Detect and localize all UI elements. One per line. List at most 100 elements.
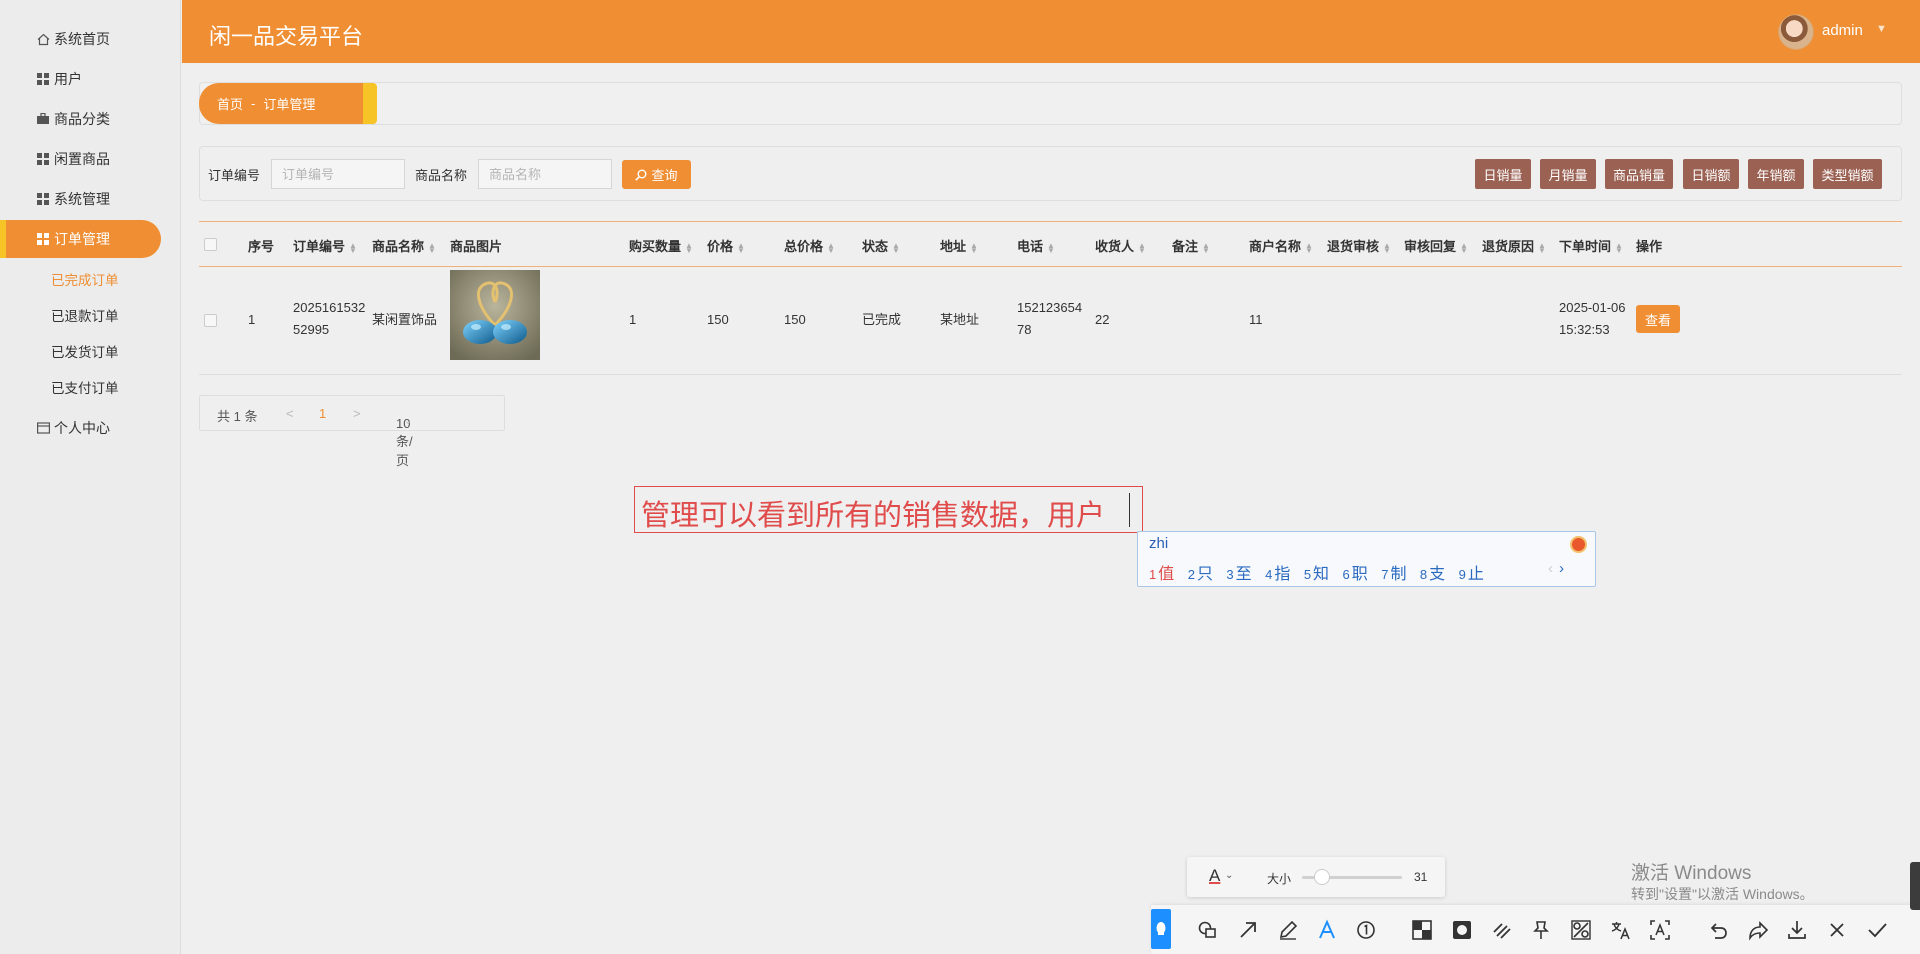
avatar[interactable] [1778,14,1814,50]
ime-candidate[interactable]: 4指 [1265,566,1290,583]
ime-logo-icon [1570,536,1587,553]
ime-candidates: 1值 2只 3至 4指 5知 6职 7制 8支 9止 [1149,560,1493,584]
breadcrumb-pill: 首页 - 订单管理 [199,83,377,124]
stripes-tool-icon[interactable] [1490,918,1514,942]
col-order-no[interactable]: 订单编号 ▲ ▼ [293,236,357,255]
text-color-picker[interactable]: A [1209,866,1220,886]
sidebar-item-profile[interactable]: 个人中心 [0,409,181,447]
view-button[interactable]: 查看 [1636,305,1680,333]
query-button[interactable]: 查询 [622,160,691,189]
col-order-time[interactable]: 下单时间 ▲ ▼ [1559,236,1623,255]
sidebar-item-label: 订单管理 [54,231,110,247]
row-checkbox[interactable] [204,314,217,327]
mosaic-tool-icon[interactable] [1410,918,1434,942]
sidebar-item-home[interactable]: 系统首页 [0,20,181,58]
cell-order-no: 2025161532 52995 [293,300,366,337]
sidebar-item-users[interactable]: 用户 [0,60,181,98]
col-return-reason[interactable]: 退货原因 ▲ ▼ [1482,236,1546,255]
number-tool-icon[interactable] [1354,918,1378,942]
ime-candidate[interactable]: 1值 [1149,566,1174,583]
breadcrumb-separator: - [251,96,256,111]
cell-status: 已完成 [862,312,902,327]
select-all-checkbox[interactable] [204,238,217,251]
pin-toolbar-button[interactable] [1151,909,1171,949]
daily-sales-button[interactable]: 日销量 [1475,159,1531,189]
pager-current-page[interactable]: 1 [319,406,326,421]
pager-next-button[interactable]: > [353,406,361,421]
font-size-slider-handle[interactable] [1314,869,1330,885]
share-icon[interactable] [1746,918,1770,942]
sidebar-item-orders[interactable]: 订单管理 [0,220,161,258]
close-icon[interactable] [1825,918,1849,942]
ime-candidate[interactable]: 9止 [1459,566,1484,583]
pager-prev-button[interactable]: < [286,406,294,421]
download-icon[interactable] [1785,918,1809,942]
col-remark[interactable]: 备注 ▲ ▼ [1172,236,1210,255]
ime-candidate[interactable]: 3至 [1226,566,1251,583]
col-total[interactable]: 总价格 ▲ ▼ [784,236,835,255]
col-product-name[interactable]: 商品名称 ▲ ▼ [372,236,436,255]
col-price[interactable]: 价格 ▲ ▼ [707,236,745,255]
arrow-tool-icon[interactable] [1236,918,1260,942]
blur-tool-icon[interactable] [1450,918,1474,942]
product-sales-button[interactable]: 商品销量 [1605,159,1673,189]
activation-watermark-subtitle: 转到"设置"以激活 Windows。 [1631,886,1814,902]
pen-tool-icon[interactable] [1276,918,1300,942]
col-merchant[interactable]: 商户名称 ▲ ▼ [1249,236,1313,255]
text-tool-icon[interactable] [1315,918,1339,942]
col-product-image: 商品图片 [450,239,503,254]
ime-candidate[interactable]: 7制 [1381,566,1406,583]
sidebar-item-label: 用户 [54,71,82,87]
sidebar-item-label: 系统管理 [54,191,110,207]
translate-tool-icon[interactable] [1609,918,1633,942]
ime-candidate[interactable]: 6职 [1343,566,1368,583]
annotation-text-box[interactable]: 管理可以看到所有的销售数据，用户 [634,486,1143,533]
col-quantity[interactable]: 购买数量 ▲ ▼ [629,236,693,255]
product-image [450,270,540,360]
daily-revenue-button[interactable]: 日销额 [1683,159,1739,189]
product-name-input[interactable] [478,159,612,189]
sidebar-subitem-paid[interactable]: 已支付订单 [51,377,119,397]
search-icon [635,169,647,181]
col-address[interactable]: 地址 ▲ ▼ [940,236,978,255]
ime-candidate[interactable]: 8支 [1420,566,1445,583]
sidebar-subitem-shipped[interactable]: 已发货订单 [51,341,119,361]
cell-index: 1 [248,312,256,327]
sidebar-item-category[interactable]: 商品分类 [0,100,181,138]
yearly-revenue-button[interactable]: 年销额 [1748,159,1804,189]
col-return-review[interactable]: 退货审核 ▲ ▼ [1327,236,1391,255]
pin-icon[interactable] [1529,918,1553,942]
sidebar-item-idle-goods[interactable]: 闲置商品 [0,140,181,178]
col-action: 操作 [1636,239,1663,254]
ime-candidate[interactable]: 5知 [1304,566,1329,583]
ime-prev-page-icon[interactable]: ‹ [1548,560,1553,577]
caret-down-icon[interactable]: ▼ [1876,23,1887,35]
undo-icon[interactable] [1706,918,1730,942]
order-no-input[interactable] [271,159,405,189]
ime-next-page-icon[interactable]: › [1559,560,1564,577]
sidebar-item-system[interactable]: 系统管理 [0,180,181,218]
shape-tool-icon[interactable] [1196,918,1220,942]
col-phone[interactable]: 电话 ▲ ▼ [1017,236,1055,255]
type-revenue-button[interactable]: 类型销额 [1813,159,1882,189]
sidebar-subitem-completed[interactable]: 已完成订单 [51,269,119,289]
breadcrumb-home[interactable]: 首页 [217,94,243,113]
sort-icon: ▲ ▼ [1538,240,1546,255]
query-button-label: 查询 [651,168,678,183]
monthly-sales-button[interactable]: 月销量 [1540,159,1596,189]
extract-text-icon[interactable] [1648,918,1672,942]
search-bar: 订单编号 商品名称 查询 日销量 月销量 商品销量 日销额 年销额 类型销额 [199,146,1902,201]
sidebar-subitem-refunded[interactable]: 已退款订单 [51,305,119,325]
ocr-tool-icon[interactable] [1569,918,1593,942]
user-name[interactable]: admin [1822,22,1863,39]
col-review-reply[interactable]: 审核回复 ▲ ▼ [1404,236,1468,255]
chevron-down-icon[interactable]: ⌄ [1225,870,1233,881]
col-receiver[interactable]: 收货人 ▲ ▼ [1095,236,1146,255]
ime-candidate[interactable]: 2只 [1188,566,1213,583]
breadcrumb: 首页 - 订单管理 [199,82,1902,125]
font-size-label: 大小 [1267,872,1292,886]
cell-total: 150 [784,312,806,327]
confirm-icon[interactable] [1865,918,1889,942]
chevron-down-icon: ⌄ [404,416,413,427]
col-status[interactable]: 状态 ▲ ▼ [862,236,900,255]
